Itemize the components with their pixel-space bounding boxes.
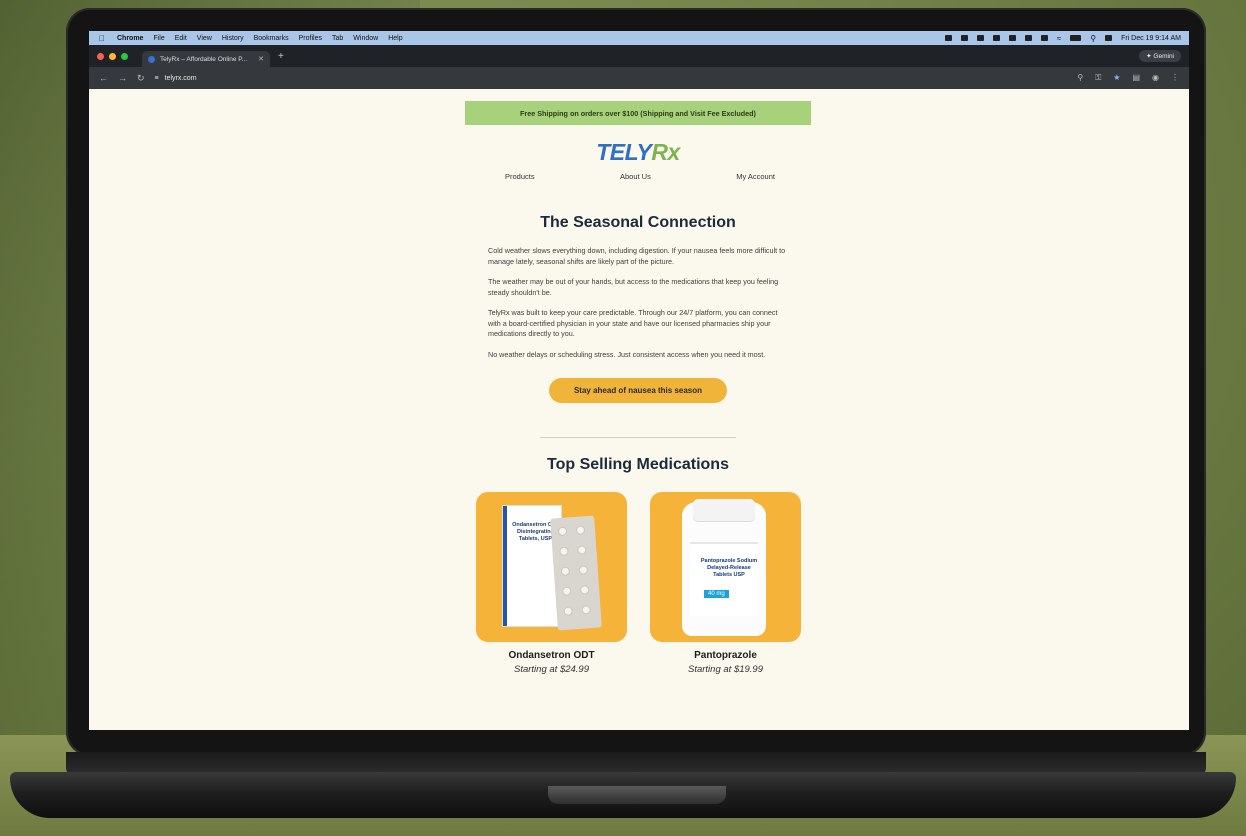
strength-badge: 40 mg xyxy=(704,590,729,598)
top-selling-heading: Top Selling Medications xyxy=(547,456,729,473)
tab-strip: TelyRx – Affordable Online P... ✕ + ✦ Ge… xyxy=(89,45,1189,67)
bottle-label-text: Pantoprazole Sodium Delayed-Release Tabl… xyxy=(700,558,758,578)
menu-edit[interactable]: Edit xyxy=(175,35,187,42)
product-price: Starting at $19.99 xyxy=(688,664,763,675)
menu-profiles[interactable]: Profiles xyxy=(299,35,322,42)
datetime[interactable]: Fri Dec 19 9:14 AM xyxy=(1121,35,1181,42)
battery-icon[interactable] xyxy=(1070,35,1082,41)
bottle-label: Pantoprazole Sodium Delayed-Release Tabl… xyxy=(690,542,758,616)
seasonal-heading: The Seasonal Connection xyxy=(540,214,736,231)
pill xyxy=(576,526,585,534)
menu-history[interactable]: History xyxy=(222,35,244,42)
mac-menubar:  Chrome File Edit View History Bookmark… xyxy=(89,31,1189,45)
menu-file[interactable]: File xyxy=(153,35,164,42)
email-nav: Products About Us My Account xyxy=(465,172,811,181)
url-field[interactable]: ≡ telyrx.com xyxy=(155,75,197,82)
toolbar-actions: ⚲ ⚿ ★ ▤ ◉ ⋮ xyxy=(1077,73,1179,83)
more-menu-icon[interactable]: ⋮ xyxy=(1171,73,1179,83)
close-window-button[interactable] xyxy=(97,52,104,60)
pill xyxy=(578,546,586,554)
close-tab-icon[interactable]: ✕ xyxy=(258,55,264,63)
product-card-ondansetron[interactable]: Ondansetron Oral Disintegrating Tablets,… xyxy=(476,492,627,675)
browser-tab[interactable]: TelyRx – Affordable Online P... ✕ xyxy=(142,51,270,67)
menubar-status-area: ≈ ⚲ Fri Dec 19 9:14 AM xyxy=(944,34,1189,43)
body-paragraph: Cold weather slows everything down, incl… xyxy=(488,246,786,266)
profile-avatar-icon[interactable]: ◉ xyxy=(1152,73,1159,83)
side-panel-icon[interactable]: ▤ xyxy=(1132,73,1140,83)
logo-text-rx: Rx xyxy=(651,139,680,165)
forward-icon[interactable]: → xyxy=(118,73,127,83)
status-icon[interactable] xyxy=(1040,35,1048,41)
status-icon[interactable] xyxy=(992,35,1000,41)
menu-tab[interactable]: Tab xyxy=(332,35,343,42)
status-icon[interactable] xyxy=(1024,35,1032,41)
pill xyxy=(582,606,590,614)
pill xyxy=(579,566,588,574)
pill xyxy=(563,587,571,595)
stay-ahead-cta-button[interactable]: Stay ahead of nausea this season xyxy=(549,378,727,403)
wifi-icon[interactable]: ≈ xyxy=(1057,34,1061,43)
body-paragraph: The weather may be out of your hands, bu… xyxy=(488,277,779,297)
menu-bookmarks[interactable]: Bookmarks xyxy=(254,35,289,42)
zoom-icon[interactable]: ⚲ xyxy=(1077,73,1083,83)
laptop-screen:  Chrome File Edit View History Bookmark… xyxy=(89,31,1189,730)
body-paragraph: TelyRx was built to keep your care predi… xyxy=(488,308,778,338)
back-icon[interactable]: ← xyxy=(99,73,108,83)
product-card-pantoprazole[interactable]: Pantoprazole Sodium Delayed-Release Tabl… xyxy=(650,492,801,675)
body-paragraph: No weather delays or scheduling stress. … xyxy=(488,349,766,359)
status-icon[interactable] xyxy=(976,35,984,41)
window-controls xyxy=(97,52,128,60)
pill xyxy=(561,567,570,575)
menu-app-chrome[interactable]: Chrome xyxy=(117,35,143,42)
reload-icon[interactable]: ↻ xyxy=(137,73,145,84)
telyrx-logo[interactable]: TELYRx xyxy=(465,139,811,166)
menu-window[interactable]: Window xyxy=(353,35,378,42)
pantoprazole-product-image[interactable]: Pantoprazole Sodium Delayed-Release Tabl… xyxy=(650,492,801,642)
pill xyxy=(558,527,567,536)
product-name[interactable]: Pantoprazole xyxy=(650,650,801,661)
url-text[interactable]: telyrx.com xyxy=(165,75,197,82)
status-icon[interactable] xyxy=(960,35,968,41)
menu-view[interactable]: View xyxy=(197,35,212,42)
site-favicon-icon xyxy=(148,55,155,63)
gemini-button[interactable]: ✦ Gemini xyxy=(1139,50,1181,62)
menu-help[interactable]: Help xyxy=(388,35,402,42)
zoom-window-button[interactable] xyxy=(121,52,128,60)
new-tab-button[interactable]: + xyxy=(278,51,284,62)
minimize-window-button[interactable] xyxy=(109,52,116,60)
password-key-icon[interactable]: ⚿ xyxy=(1095,73,1101,83)
pill xyxy=(564,607,572,615)
search-icon[interactable]: ⚲ xyxy=(1090,34,1096,43)
nav-link-products[interactable]: Products xyxy=(505,172,535,181)
tab-title: TelyRx – Affordable Online P... xyxy=(160,55,248,63)
nav-link-my-account[interactable]: My Account xyxy=(736,172,775,181)
pill xyxy=(560,547,568,556)
control-center-icon[interactable] xyxy=(1105,35,1113,41)
logo-text-tely: TELY xyxy=(596,139,652,165)
ondansetron-product-image[interactable]: Ondansetron Oral Disintegrating Tablets,… xyxy=(476,492,627,642)
product-price: Starting at $24.99 xyxy=(514,664,589,675)
product-name[interactable]: Ondansetron ODT xyxy=(476,650,627,661)
bookmark-star-icon[interactable]: ★ xyxy=(1113,73,1120,83)
blister-pack xyxy=(550,515,602,631)
free-shipping-banner: Free Shipping on orders over $100 (Shipp… xyxy=(465,101,811,125)
site-info-icon[interactable]: ≡ xyxy=(155,75,159,82)
nav-link-about-us[interactable]: About Us xyxy=(620,172,651,181)
apple-icon[interactable]:  xyxy=(99,34,109,43)
address-bar: ← → ↻ ≡ telyrx.com ⚲ ⚿ ★ ▤ ◉ ⋮ xyxy=(89,67,1189,89)
box-stripe xyxy=(503,506,507,626)
bottle-cap xyxy=(693,499,755,521)
section-divider xyxy=(540,437,736,438)
laptop-notch xyxy=(548,786,726,804)
pill xyxy=(580,586,589,594)
email-body: Free Shipping on orders over $100 (Shipp… xyxy=(465,101,811,730)
status-icon[interactable] xyxy=(944,35,952,41)
product-grid: Ondansetron Oral Disintegrating Tablets,… xyxy=(476,492,801,675)
cloud-icon[interactable] xyxy=(1008,35,1016,41)
